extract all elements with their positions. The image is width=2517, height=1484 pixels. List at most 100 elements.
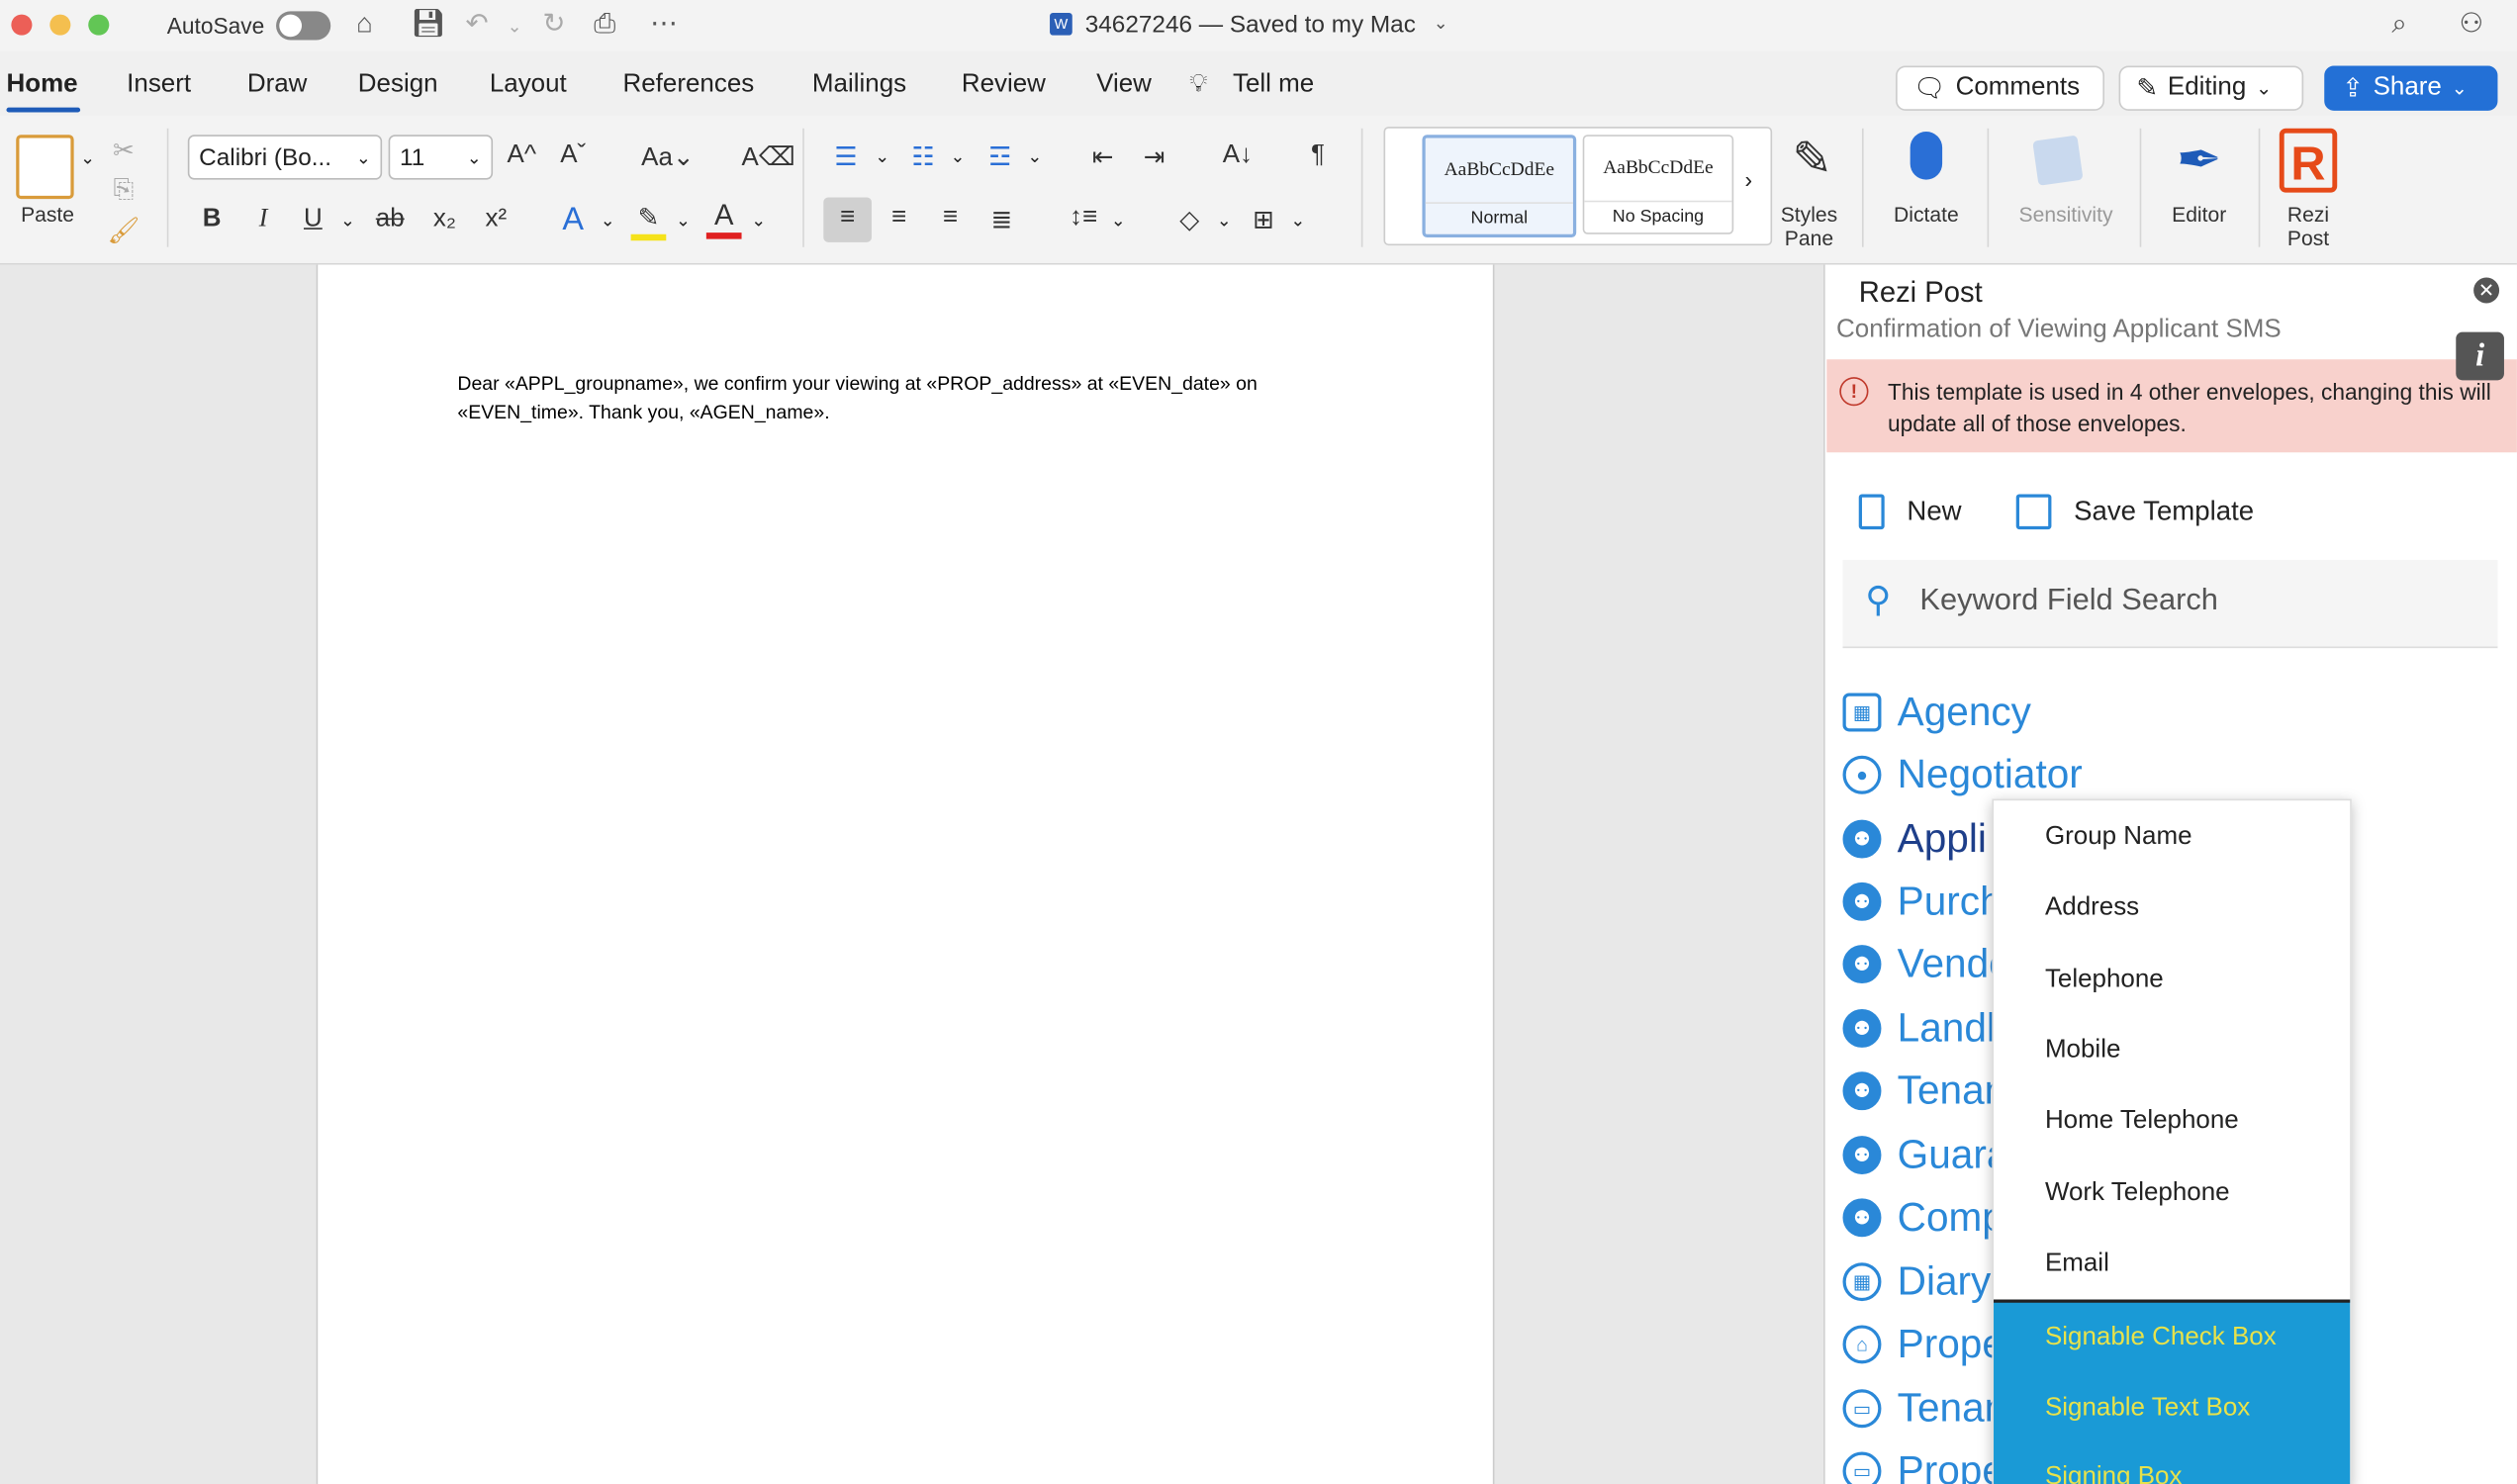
menu-item-signable-check-box[interactable]: Signable Check Box (2045, 1324, 2277, 1352)
document-page[interactable] (316, 264, 1495, 1484)
menu-item-home-telephone[interactable]: Home Telephone (2045, 1107, 2239, 1136)
shrink-font-icon[interactable]: Aˇ (555, 141, 591, 170)
grow-font-icon[interactable]: A^ (504, 141, 539, 170)
more-icon[interactable]: ⋯ (650, 8, 678, 40)
line-spacing-icon[interactable]: ↕≡ (1066, 204, 1101, 232)
strikethrough-icon[interactable]: ab (372, 206, 408, 234)
decrease-indent-icon[interactable]: ⇤ (1085, 141, 1121, 173)
styles-pane-icon[interactable]: ✎ (1788, 132, 1836, 188)
text-effects-icon[interactable]: A (555, 202, 591, 238)
editor-icon[interactable]: ✒ (2170, 129, 2227, 193)
menu-item-email[interactable]: Email (2045, 1250, 2109, 1278)
menu-item-address[interactable]: Address (2045, 893, 2139, 922)
clear-formatting-icon[interactable]: A⌫ (742, 141, 795, 173)
rezi-post-label[interactable]: Rezi Post (2273, 202, 2343, 250)
category-purchaser[interactable]: ⚉ Purch (1842, 875, 2003, 929)
tab-home[interactable]: Home (6, 70, 77, 99)
chevron-down-icon[interactable]: ⌄ (676, 210, 691, 231)
format-painter-icon[interactable]: 🖌︎ (106, 215, 141, 246)
multilevel-list-icon[interactable]: ☲ (982, 141, 1018, 173)
print-icon[interactable]: ⎙ (594, 8, 615, 40)
chevron-down-icon[interactable]: ⌄ (1290, 210, 1305, 231)
tab-draw[interactable]: Draw (247, 70, 308, 99)
category-diary[interactable]: ▦ Diary (1842, 1254, 1991, 1309)
borders-icon[interactable]: ⊞ (1246, 204, 1281, 235)
share-button[interactable]: ⇪ Share ⌄ (2324, 65, 2498, 111)
save-icon[interactable]: 💾︎ (411, 8, 445, 40)
category-property[interactable]: ⌂ Prope (1842, 1317, 2004, 1371)
chevron-down-icon[interactable]: ⌄ (751, 210, 766, 231)
chevron-right-icon[interactable]: › (1745, 167, 1753, 193)
chevron-down-icon[interactable]: ⌄ (80, 147, 95, 168)
tab-design[interactable]: Design (358, 70, 438, 99)
tab-references[interactable]: References (622, 70, 754, 99)
editor-label[interactable]: Editor (2164, 202, 2234, 226)
align-right-icon[interactable]: ≡ (933, 204, 969, 232)
category-landlord[interactable]: ⚉ Landl (1842, 1001, 1996, 1056)
font-name-select[interactable]: Calibri (Bo... ⌄ (187, 135, 383, 180)
document-title[interactable]: 34627246 — Saved to my Mac (1085, 11, 1416, 39)
pilcrow-icon[interactable]: ¶ (1300, 141, 1336, 170)
menu-item-mobile[interactable]: Mobile (2045, 1037, 2120, 1066)
editing-button[interactable]: ✎ Editing ⌄ (2118, 65, 2304, 111)
highlight-icon[interactable]: ✎ (630, 202, 667, 241)
underline-icon[interactable]: U (296, 206, 331, 234)
font-color-icon[interactable]: A (705, 199, 742, 239)
sort-icon[interactable]: A↓ (1220, 141, 1256, 170)
document-body-text[interactable]: Dear «APPL_groupname», we confirm your v… (457, 369, 1308, 426)
copy-icon[interactable]: ⎘ (106, 176, 141, 205)
menu-item-group-name[interactable]: Group Name (2045, 823, 2192, 852)
superscript-icon[interactable]: x² (478, 206, 513, 234)
info-icon[interactable]: i (2456, 331, 2504, 381)
category-tenancy[interactable]: ▭ Tenan (1842, 1381, 2006, 1436)
category-applicant[interactable]: ⚉ Appli (1842, 812, 1987, 867)
chevron-down-icon[interactable]: ⌄ (875, 146, 889, 166)
tab-tell-me[interactable]: Tell me (1233, 70, 1314, 99)
autosave-toggle[interactable] (276, 11, 331, 41)
menu-item-signing-box[interactable]: Signing Box (2045, 1463, 2183, 1484)
category-property-2[interactable]: ▭ Prope (1842, 1443, 2004, 1484)
category-tenant[interactable]: ⚉ Tenan (1842, 1064, 2006, 1118)
chevron-down-icon[interactable]: ⌄ (601, 210, 615, 231)
category-company[interactable]: ⚉ Comp (1842, 1190, 2004, 1245)
share-people-icon[interactable]: ⚇ (2460, 8, 2484, 40)
category-vendor[interactable]: ⚉ Vendo (1842, 937, 2011, 991)
chevron-down-icon[interactable]: ⌄ (1111, 210, 1126, 231)
tab-mailings[interactable]: Mailings (812, 70, 906, 99)
comments-button[interactable]: 🗨︎ Comments (1896, 65, 2104, 111)
cut-icon[interactable]: ✂ (106, 135, 141, 166)
tab-insert[interactable]: Insert (127, 70, 191, 99)
rezi-post-logo-icon[interactable]: R (2279, 128, 2338, 193)
numbering-icon[interactable]: ☷ (905, 141, 941, 173)
keyword-field-search-input[interactable] (1916, 582, 2470, 621)
tab-review[interactable]: Review (962, 70, 1046, 99)
menu-item-signable-text-box[interactable]: Signable Text Box (2045, 1394, 2250, 1423)
close-icon[interactable]: ✕ (2473, 277, 2500, 304)
category-agency[interactable]: ▦ Agency (1842, 685, 2031, 739)
close-window-button[interactable] (11, 14, 33, 36)
justify-icon[interactable]: ≣ (984, 204, 1020, 235)
menu-item-telephone[interactable]: Telephone (2045, 966, 2164, 994)
shading-icon[interactable]: ◇ (1171, 204, 1207, 235)
save-template-button[interactable]: Save Template (2015, 494, 2254, 530)
style-normal[interactable]: AaBbCcDdEe Normal (1422, 135, 1577, 237)
chevron-down-icon[interactable]: ⌄ (340, 210, 355, 231)
styles-pane-label[interactable]: Styles Pane (1772, 202, 1846, 250)
maximize-window-button[interactable] (88, 14, 110, 36)
increase-indent-icon[interactable]: ⇥ (1137, 141, 1172, 173)
new-button[interactable]: New (1858, 494, 1962, 530)
menu-item-work-telephone[interactable]: Work Telephone (2045, 1179, 2230, 1208)
undo-dropdown-icon[interactable]: ⌄ (508, 16, 522, 37)
bold-icon[interactable]: B (194, 206, 230, 234)
chevron-down-icon[interactable]: ⌄ (950, 146, 965, 166)
chevron-down-icon[interactable]: ⌄ (1027, 146, 1042, 166)
microphone-icon[interactable] (1910, 131, 1943, 180)
align-center-icon[interactable]: ≡ (882, 204, 917, 232)
chevron-down-icon[interactable]: ⌄ (1434, 13, 1448, 34)
chevron-down-icon[interactable]: ⌄ (1217, 210, 1232, 231)
dictate-label[interactable]: Dictate (1888, 202, 1965, 226)
style-no-spacing[interactable]: AaBbCcDdEe No Spacing (1582, 135, 1734, 234)
minimize-window-button[interactable] (49, 14, 71, 36)
subscript-icon[interactable]: x₂ (427, 206, 463, 234)
redo-icon[interactable]: ↻ (542, 8, 565, 40)
